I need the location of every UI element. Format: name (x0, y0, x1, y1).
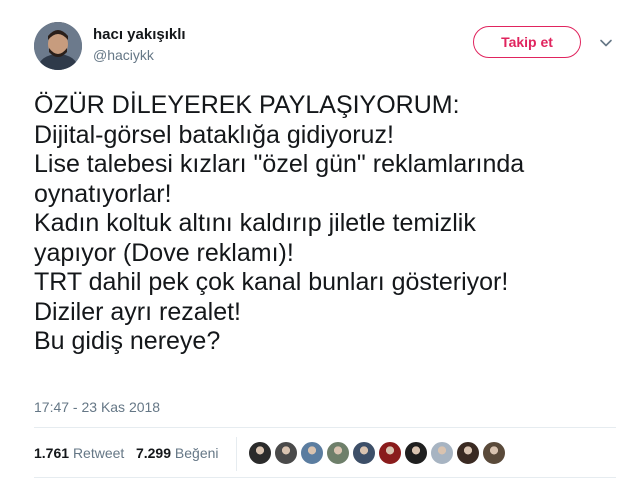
retweet-stat[interactable]: 1.761 Retweet (34, 445, 124, 461)
tweet-header: hacı yakışıklı @haciykk Takip et (34, 20, 624, 72)
liker-avatar[interactable] (456, 441, 480, 465)
tweet-line: yapıyor (Dove reklamı)! (34, 238, 294, 267)
liker-avatar[interactable] (430, 441, 454, 465)
liker-avatar[interactable] (274, 441, 298, 465)
tweet-line: Dijital-görsel bataklığa gidiyoruz! (34, 120, 394, 149)
liker-avatar[interactable] (352, 441, 376, 465)
liker-avatar[interactable] (248, 441, 272, 465)
tweet-line: Diziler ayrı rezalet! (34, 297, 241, 326)
tweet-line: ÖZÜR DİLEYEREK PAYLAŞIYORUM: (34, 91, 460, 119)
liker-avatar[interactable] (378, 441, 402, 465)
tweet-line: Kadın koltuk altını kaldırıp jiletle tem… (34, 209, 476, 237)
liker-avatar[interactable] (482, 441, 506, 465)
tweet-line: oynatıyorlar! (34, 179, 172, 208)
like-label: Beğeni (174, 445, 219, 461)
like-count: 7.299 (135, 445, 172, 461)
liker-avatar[interactable] (404, 441, 428, 465)
tweet-text: ÖZÜR DİLEYEREK PAYLAŞIYORUM: Dijital-gör… (34, 91, 624, 357)
stats-separator (236, 437, 237, 471)
avatar-image (34, 22, 82, 70)
divider (34, 427, 616, 428)
retweet-label: Retweet (72, 445, 125, 461)
chevron-down-icon[interactable] (599, 36, 613, 50)
tweet-line: Lise talebesi kızları "özel gün" reklaml… (34, 150, 525, 178)
liker-avatar[interactable] (300, 441, 324, 465)
like-stat[interactable]: 7.299 Beğeni (136, 445, 219, 461)
tweet-line: Bu gidiş nereye? (34, 327, 221, 355)
user-display-name[interactable]: hacı yakışıklı (93, 26, 186, 43)
liker-avatar[interactable] (326, 441, 350, 465)
tweet-stats: 1.761 Retweet 7.299 Beğeni (34, 445, 219, 461)
retweet-count: 1.761 (34, 445, 70, 461)
tweet-timestamp[interactable]: 17:47 - 23 Kas 2018 (34, 399, 160, 415)
follow-button[interactable]: Takip et (473, 26, 581, 58)
user-handle[interactable]: @haciykk (93, 47, 154, 63)
user-avatar[interactable] (34, 22, 82, 70)
tweet-line: TRT dahil pek çok kanal bunları gösteriy… (34, 268, 509, 296)
